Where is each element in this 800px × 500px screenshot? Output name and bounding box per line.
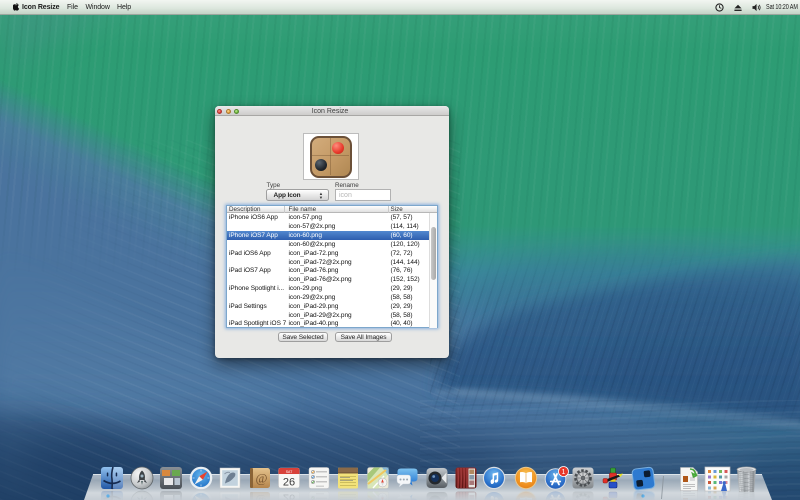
svg-text:SAT: SAT [286,470,293,474]
svg-text:26: 26 [283,477,295,489]
svg-text:@: @ [255,471,267,486]
svg-text:1: 1 [561,469,565,476]
